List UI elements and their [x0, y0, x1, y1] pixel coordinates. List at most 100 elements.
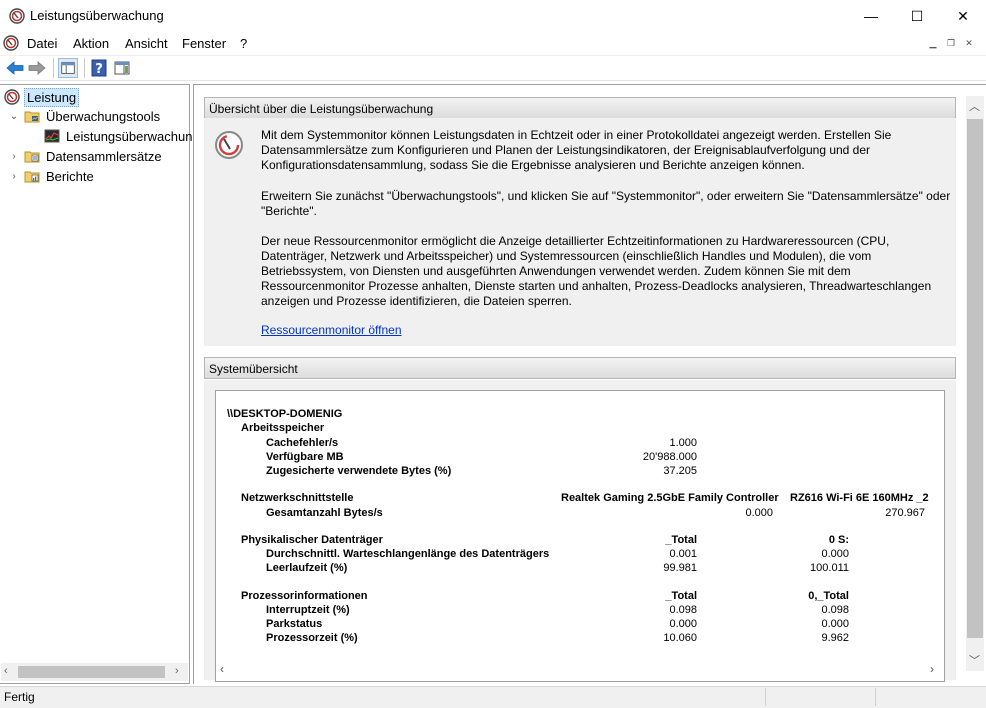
show-hide-console-tree-icon[interactable] [58, 58, 78, 78]
toolbar-separator [53, 58, 54, 78]
cpu-column-1: _Total [665, 590, 697, 602]
tree-item-label: Datensammlersätze [46, 148, 162, 164]
counter-value: 0.098 [669, 604, 697, 616]
system-menu-icon[interactable] [3, 35, 19, 51]
status-separator [765, 688, 766, 706]
window-title: Leistungsüberwachung [30, 8, 164, 23]
counter-label: Zugesicherte verwendete Bytes (%) [266, 465, 452, 477]
counter-value: 99.981 [663, 562, 697, 574]
counter-value: 0.001 [669, 548, 697, 560]
menu-help[interactable]: ? [240, 36, 247, 51]
tree-scrollbar-thumb[interactable] [18, 666, 165, 678]
menu-aktion[interactable]: Aktion [73, 36, 109, 51]
show-action-pane-icon[interactable] [112, 58, 132, 78]
counter-label: Leerlaufzeit (%) [266, 562, 348, 574]
system-summary-section-header[interactable]: Systemübersicht [204, 357, 956, 379]
disk-group-title: Physikalischer Datenträger [241, 534, 383, 546]
network-column-1: Realtek Gaming 2.5GbE Family Controller [561, 492, 779, 504]
tree-item-ueberwachungstools[interactable]: ⌄ Überwachungstools [8, 106, 162, 126]
disk-column-2: 0 S: [828, 534, 849, 546]
counter-label: Cachefehler/s [266, 437, 339, 449]
tree-item-label: Überwachungstools [46, 108, 161, 124]
network-column-2: RZ616 Wi-Fi 6E 160MHz _2 [790, 492, 929, 504]
chevron-right-icon[interactable]: › [8, 170, 20, 182]
counter-label: Interruptzeit (%) [266, 604, 350, 616]
chevron-down-icon[interactable]: ⌄ [8, 110, 20, 122]
scroll-up-arrow-icon[interactable]: ︿ [969, 98, 980, 114]
toolbar-separator [84, 58, 85, 78]
scroll-down-arrow-icon[interactable]: ﹀ [969, 652, 980, 668]
toolbar [0, 55, 986, 81]
maximize-button[interactable]: ☐ [894, 0, 940, 32]
status-bar [0, 686, 986, 708]
overview-paragraph-1: Mit dem Systemmonitor können Leistungsda… [261, 128, 892, 172]
counter-value: 100.011 [810, 562, 849, 574]
counter-label: Prozessorzeit (%) [266, 632, 358, 644]
status-text: Fertig [4, 690, 35, 704]
forward-arrow-icon[interactable] [27, 58, 47, 78]
tree-item-label: Leistungsüberwachung [66, 128, 200, 144]
counter-value: 0.000 [821, 618, 849, 630]
tree-item-label: Leistung [24, 87, 80, 107]
reports-folder-icon [24, 171, 40, 183]
counter-value: 0.098 [821, 604, 849, 616]
cpu-column-2: 0,_Total [808, 590, 849, 602]
performance-gauge-icon [215, 131, 243, 159]
counter-value: 9.962 [821, 632, 849, 644]
summary-horizontal-scrollbar[interactable] [216, 661, 944, 679]
scroll-left-arrow-icon[interactable]: ‹ [4, 665, 8, 677]
svg-text:?: ? [95, 62, 103, 77]
scroll-left-arrow-icon[interactable]: ‹ [220, 662, 224, 676]
mdi-close-icon[interactable]: ✕ [960, 34, 978, 52]
maximize-icon: ☐ [910, 7, 924, 24]
help-icon[interactable]: ? [89, 58, 109, 78]
tree-item-berichte[interactable]: › Berichte [8, 166, 96, 186]
performance-icon [4, 89, 20, 105]
close-button[interactable]: ✕ [940, 0, 986, 32]
memory-group-title: Arbeitsspeicher [241, 422, 325, 434]
scroll-right-arrow-icon[interactable]: › [175, 665, 179, 677]
performance-graph-icon [44, 129, 60, 143]
app-icon [9, 8, 25, 24]
machine-name: \\DESKTOP-DOMENIG [227, 408, 343, 420]
overview-section-header[interactable]: Übersicht über die Leistungsüberwachung [204, 97, 956, 119]
counter-label: Parkstatus [266, 618, 323, 630]
menu-ansicht[interactable]: Ansicht [125, 36, 168, 51]
overview-paragraph-2: Erweitern Sie zunächst "Überwachungstool… [261, 189, 951, 218]
overview-paragraph-3: Der neue Ressourcenmonitor ermöglicht di… [261, 234, 932, 308]
resource-monitor-link[interactable]: Ressourcenmonitor öffnen [261, 323, 402, 337]
minimize-button[interactable]: — [848, 0, 894, 32]
counter-label: Gesamtanzahl Bytes/s [266, 507, 383, 519]
scroll-right-arrow-icon[interactable]: › [930, 662, 934, 676]
counter-value: 20'988.000 [642, 451, 697, 463]
tree-item-datensammlersaetze[interactable]: › Datensammlersätze [8, 146, 164, 166]
details-scrollbar-thumb[interactable] [967, 119, 983, 638]
menu-datei[interactable]: Datei [27, 36, 57, 51]
counter-value: 0.000 [821, 548, 849, 560]
counter-value: 270.967 [885, 507, 925, 519]
tree-item-leistungsueberwachung[interactable]: Leistungsüberwachung [44, 126, 202, 146]
tree-item-label: Berichte [46, 168, 94, 184]
counter-label: Durchschnittl. Warteschlangenlänge des D… [266, 548, 550, 560]
status-separator [875, 688, 876, 706]
counter-label: Verfügbare MB [266, 451, 344, 463]
menu-fenster[interactable]: Fenster [182, 36, 226, 51]
mdi-restore-icon[interactable]: ❐ [942, 34, 960, 52]
counter-value: 37.205 [663, 465, 697, 477]
mdi-minimize-icon[interactable]: ▁ [924, 34, 942, 52]
cpu-group-title: Prozessorinformationen [241, 590, 368, 602]
counter-value: 0.000 [745, 507, 773, 519]
disk-column-1: _Total [665, 534, 697, 546]
folder-tools-icon [24, 111, 40, 123]
back-arrow-icon[interactable] [5, 58, 25, 78]
chevron-right-icon[interactable]: › [8, 150, 20, 162]
minimize-icon: — [864, 8, 878, 24]
close-icon: ✕ [957, 7, 969, 24]
counter-value: 0.000 [669, 618, 697, 630]
tree-item-leistung[interactable]: Leistung [4, 87, 80, 107]
counter-value: 1.000 [669, 437, 697, 449]
counter-value: 10.060 [663, 632, 697, 644]
data-collector-sets-icon [24, 151, 40, 163]
network-group-title: Netzwerkschnittstelle [241, 492, 354, 504]
mdi-controls: ▁ ❐ ✕ [924, 34, 978, 52]
